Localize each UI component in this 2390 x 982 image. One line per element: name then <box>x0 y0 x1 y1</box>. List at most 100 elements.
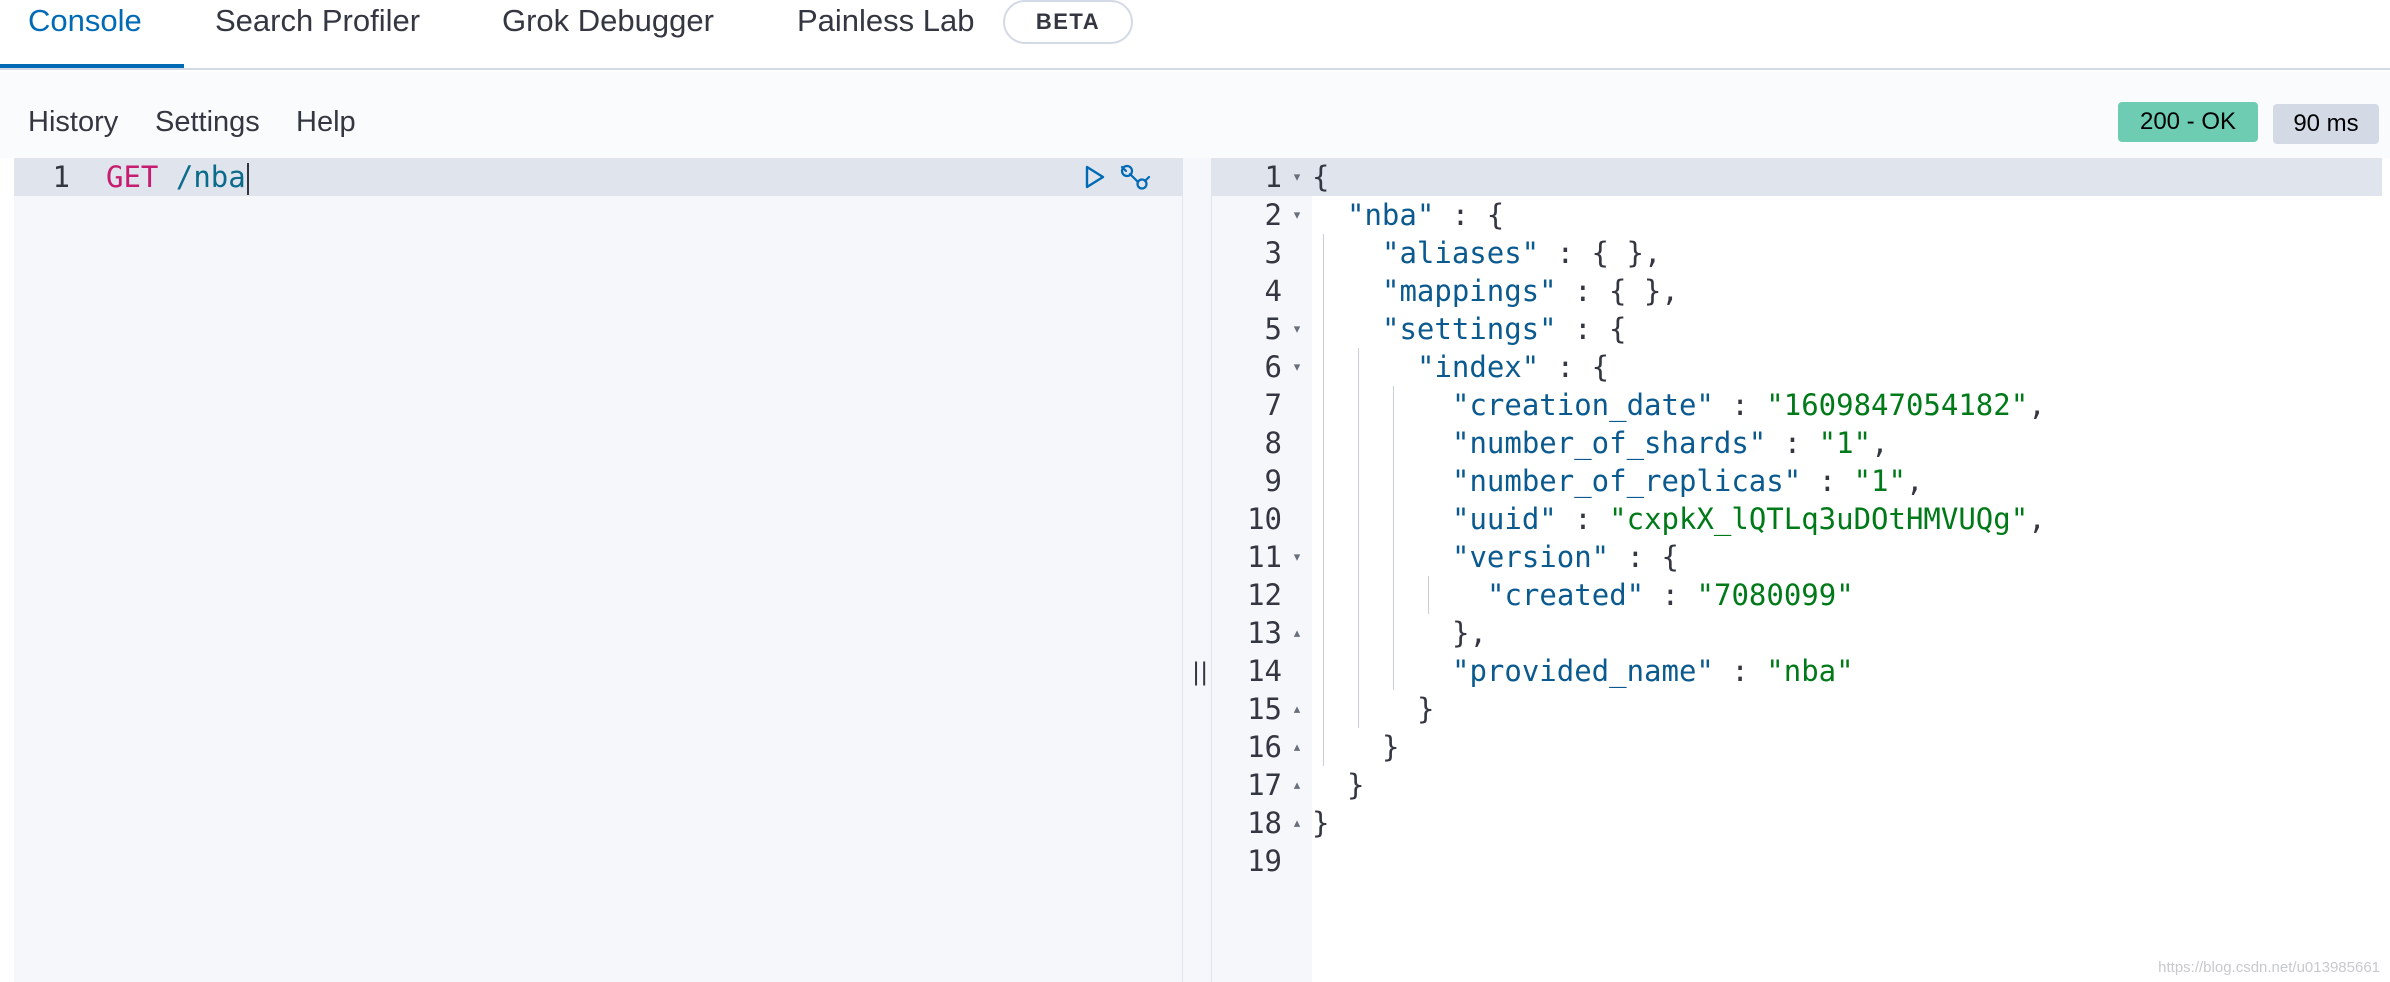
settings-button[interactable]: Settings <box>155 104 260 140</box>
text-cursor <box>246 163 249 195</box>
indent-guide <box>1323 310 1324 348</box>
status-badge: 200 - OK <box>2118 102 2258 142</box>
fold-arrow-down-icon[interactable]: ▾ <box>1290 310 1304 348</box>
json-string: "1" <box>1818 426 1872 460</box>
indent-guide <box>1393 386 1394 424</box>
line-number: 13 <box>1247 616 1282 650</box>
json-punctuation: { <box>1312 160 1330 194</box>
json-punctuation: : <box>1801 464 1854 498</box>
fold-arrow-up-icon[interactable]: ▴ <box>1290 690 1304 728</box>
indent-guide <box>1323 538 1324 576</box>
indent-guide <box>1323 500 1324 538</box>
indent-guide <box>1323 234 1324 272</box>
indent-guide <box>1323 348 1324 386</box>
json-key: "mappings" <box>1382 274 1557 308</box>
indent-guide <box>1323 652 1324 690</box>
line-number: 7 <box>1264 388 1282 422</box>
json-punctuation: , <box>1871 426 1889 460</box>
json-key: "number_of_shards" <box>1452 426 1767 460</box>
json-punctuation: : { <box>1539 350 1610 384</box>
indent-guide <box>1358 652 1359 690</box>
json-punctuation: } <box>1382 730 1400 764</box>
response-line: "settings" : { <box>1382 310 1626 348</box>
fold-arrow-up-icon[interactable]: ▴ <box>1290 804 1304 842</box>
json-punctuation: }, <box>1452 616 1487 650</box>
indent-guide <box>1358 462 1359 500</box>
help-button[interactable]: Help <box>296 104 356 140</box>
fold-arrow-down-icon[interactable]: ▾ <box>1290 538 1304 576</box>
json-punctuation: , <box>2028 502 2046 536</box>
line-number: 3 <box>1264 236 1282 270</box>
request-line[interactable]: GET /nba <box>106 158 1006 196</box>
json-key: "uuid" <box>1452 502 1557 536</box>
response-line: "index" : { <box>1417 348 1609 386</box>
indent-guide <box>1358 424 1359 462</box>
line-number: 15 <box>1247 692 1282 726</box>
indent-guide <box>1323 424 1324 462</box>
indent-guide <box>1323 576 1324 614</box>
tab-grok-debugger[interactable]: Grok Debugger <box>502 0 714 70</box>
json-punctuation: : <box>1644 578 1697 612</box>
line-number: 17 <box>1247 768 1282 802</box>
json-key: "provided_name" <box>1452 654 1714 688</box>
active-line-highlight <box>1212 158 2382 196</box>
request-code-area[interactable] <box>98 158 1182 982</box>
indent-guide <box>1323 690 1324 728</box>
resizer-grip-icon: || <box>1192 658 1209 686</box>
response-line: { <box>1312 158 1329 196</box>
play-icon[interactable] <box>1080 163 1108 191</box>
indent-guide <box>1393 500 1394 538</box>
response-line: "provided_name" : "nba" <box>1452 652 1854 690</box>
line-number: 18 <box>1247 806 1282 840</box>
indent-guide <box>1323 386 1324 424</box>
indent-guide <box>1358 614 1359 652</box>
json-key: "number_of_replicas" <box>1452 464 1802 498</box>
history-button[interactable]: History <box>28 104 118 140</box>
indent-guide <box>1358 538 1359 576</box>
fold-arrow-up-icon[interactable]: ▴ <box>1290 728 1304 766</box>
indent-guide <box>1358 386 1359 424</box>
fold-arrow-up-icon[interactable]: ▴ <box>1290 766 1304 804</box>
json-punctuation: : { <box>1556 312 1627 346</box>
indent-guide <box>1393 652 1394 690</box>
json-punctuation: } <box>1312 806 1330 840</box>
response-line: "nba" : { <box>1347 196 1504 234</box>
fold-arrow-down-icon[interactable]: ▾ <box>1290 158 1304 196</box>
json-punctuation: : <box>1766 426 1819 460</box>
indent-guide <box>1393 424 1394 462</box>
fold-arrow-up-icon[interactable]: ▴ <box>1290 614 1304 652</box>
json-punctuation: : { <box>1434 198 1505 232</box>
response-line: } <box>1382 728 1399 766</box>
json-string: "cxpkX_lQTLq3uDOtHMVUQg" <box>1609 502 2029 536</box>
json-string: "7080099" <box>1696 578 1854 612</box>
request-editor[interactable]: 1 GET /nba <box>14 158 1182 982</box>
json-string: "1" <box>1853 464 1906 498</box>
json-key: "creation_date" <box>1452 388 1714 422</box>
json-string: "1609847054182" <box>1766 388 2029 422</box>
response-line: "uuid" : "cxpkX_lQTLq3uDOtHMVUQg", <box>1452 500 2046 538</box>
line-number: 1 <box>52 160 70 194</box>
line-number: 10 <box>1247 502 1282 536</box>
json-punctuation: : <box>1556 502 1610 536</box>
response-line: "number_of_replicas" : "1", <box>1452 462 1923 500</box>
tab-console[interactable]: Console <box>28 0 142 70</box>
response-line: "created" : "7080099" <box>1487 576 1854 614</box>
line-number: 19 <box>1247 844 1282 878</box>
response-editor[interactable]: 1 ▾{2 ▾ "nba" : {3 "aliases" : { }, 4 "mapping… <box>1212 158 2382 982</box>
fold-arrow-down-icon[interactable]: ▾ <box>1290 348 1304 386</box>
tab-painless-lab[interactable]: Painless Lab <box>797 0 975 70</box>
tab-bar: Console Search Profiler Grok Debugger Pa… <box>0 0 2390 70</box>
json-key: "nba" <box>1347 198 1435 232</box>
json-punctuation: : { }, <box>1539 236 1662 270</box>
line-number: 6 <box>1264 350 1282 384</box>
wrench-icon[interactable] <box>1118 163 1152 191</box>
beta-badge: BETA <box>1003 0 1133 44</box>
fold-arrow-down-icon[interactable]: ▾ <box>1290 196 1304 234</box>
response-line: "aliases" : { }, <box>1382 234 1661 272</box>
line-number: 2 <box>1264 198 1282 232</box>
pane-resizer[interactable]: || <box>1182 158 1212 982</box>
watermark: https://blog.csdn.net/u013985661 <box>2158 959 2380 976</box>
tab-search-profiler[interactable]: Search Profiler <box>215 0 420 70</box>
json-punctuation: : { <box>1609 540 1679 574</box>
request-time-badge: 90 ms <box>2273 104 2379 144</box>
